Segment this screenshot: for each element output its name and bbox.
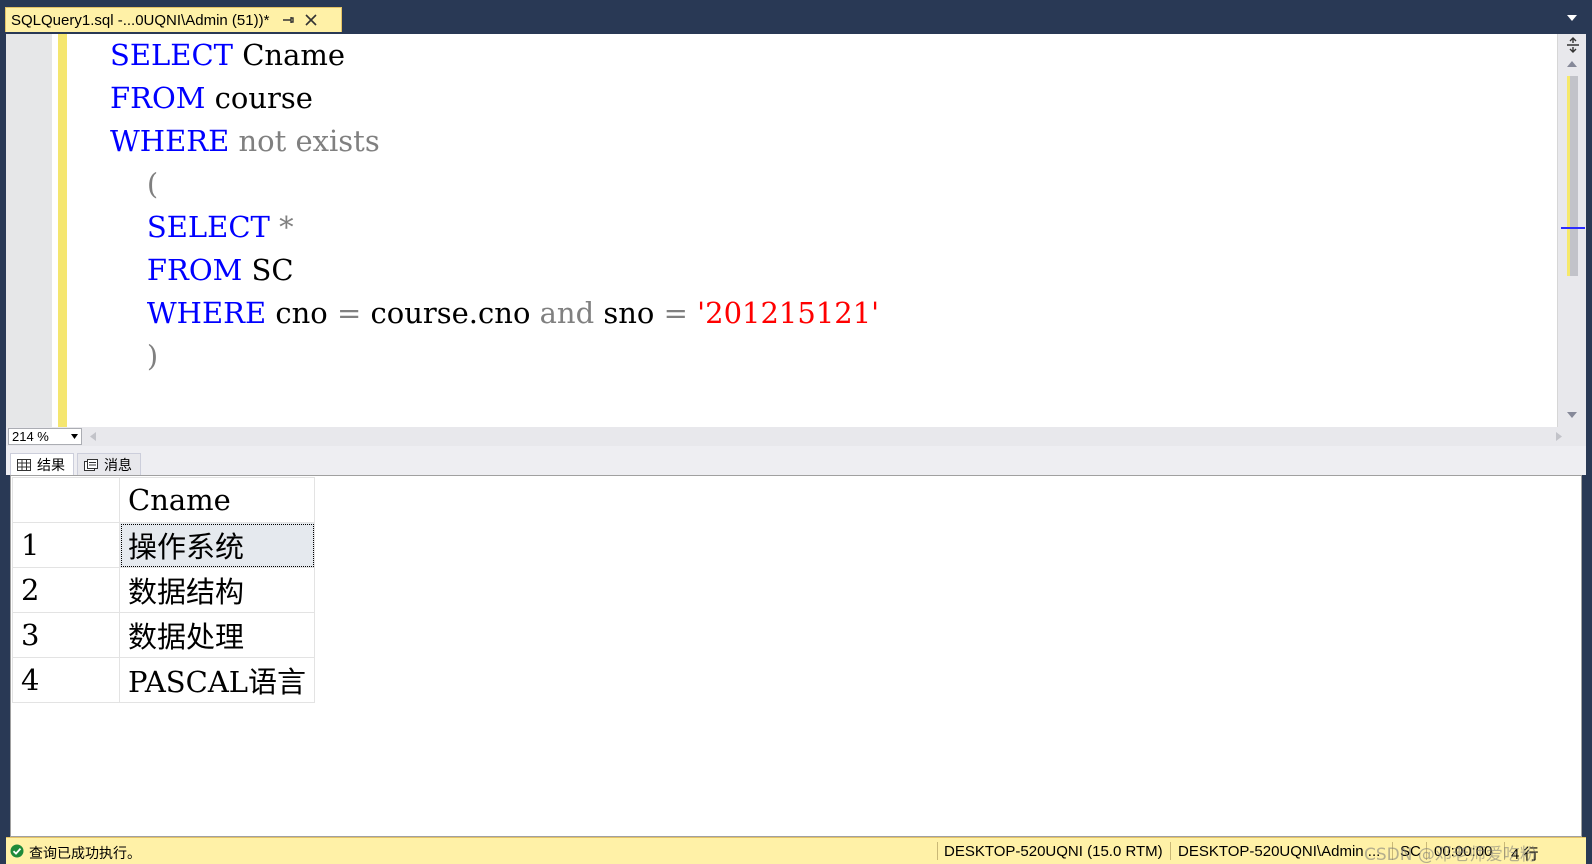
- code-line[interactable]: WHERE cno = course.cno and sno = '201215…: [110, 292, 1530, 335]
- tab-messages[interactable]: 消息: [77, 453, 141, 475]
- zoom-value: 214 %: [12, 429, 49, 444]
- document-tab-title: SQLQuery1.sql -...0UQNI\Admin (51))*: [11, 11, 270, 29]
- sql-operator: (: [110, 167, 159, 201]
- code-area[interactable]: SELECT Cname FROM course WHERE not exists …: [110, 34, 1530, 427]
- sql-keyword: FROM: [146, 253, 243, 287]
- sql-identifier: Cname: [233, 38, 346, 72]
- pin-icon[interactable]: [283, 14, 295, 26]
- status-separator: [1170, 842, 1171, 860]
- sql-identifier: [110, 253, 147, 287]
- table-row[interactable]: 2 数据结构: [12, 567, 315, 613]
- document-tab-strip: SQLQuery1.sql -...0UQNI\Admin (51))*: [0, 0, 1592, 34]
- sql-identifier: sno: [594, 296, 664, 330]
- status-separator: [937, 842, 938, 860]
- zoom-dropdown[interactable]: 214 %: [8, 428, 82, 445]
- status-server: DESKTOP-520UQNI (15.0 RTM): [944, 843, 1163, 860]
- column-header-cname[interactable]: Cname: [119, 477, 315, 523]
- code-line[interactable]: WHERE not exists: [110, 120, 1530, 163]
- scroll-down-icon[interactable]: [1567, 412, 1577, 419]
- cell-cname[interactable]: 操作系统: [119, 522, 315, 568]
- sql-identifier: cno: [266, 296, 337, 330]
- tab-messages-label: 消息: [104, 457, 132, 474]
- row-number[interactable]: 3: [12, 612, 120, 658]
- editor-vertical-scrollbar[interactable]: [1557, 34, 1586, 427]
- sql-keyword: WHERE: [110, 124, 230, 158]
- status-bar: 查询已成功执行。 DESKTOP-520UQNI (15.0 RTM) DESK…: [6, 837, 1586, 864]
- sql-identifier: course: [205, 81, 313, 115]
- row-number[interactable]: 4: [12, 657, 120, 703]
- status-message: 查询已成功执行。: [29, 846, 141, 862]
- code-line[interactable]: SELECT Cname: [110, 34, 1530, 77]
- code-line[interactable]: SELECT *: [110, 206, 1530, 249]
- query-editor[interactable]: SELECT Cname FROM course WHERE not exists …: [6, 34, 1586, 427]
- sql-operator: ): [110, 339, 159, 373]
- sql-identifier: [688, 296, 697, 330]
- cell-cname[interactable]: 数据结构: [119, 567, 315, 613]
- zoom-bar: 214 %: [6, 427, 1586, 446]
- document-tab[interactable]: SQLQuery1.sql -...0UQNI\Admin (51))*: [5, 7, 342, 32]
- sql-identifier: course.cno: [361, 296, 540, 330]
- scroll-right-icon[interactable]: [1556, 432, 1562, 441]
- sql-operator: *: [269, 210, 294, 244]
- selection-margin: [6, 34, 52, 427]
- row-number[interactable]: 2: [12, 567, 120, 613]
- chevron-down-icon: [71, 434, 78, 439]
- tab-results[interactable]: 结果: [10, 453, 74, 475]
- success-icon: [10, 844, 24, 858]
- table-row[interactable]: 1 操作系统: [12, 522, 315, 568]
- row-number-header[interactable]: [12, 477, 120, 523]
- scroll-thumb[interactable]: [1567, 76, 1578, 276]
- close-icon[interactable]: [305, 14, 317, 26]
- ssms-window: SQLQuery1.sql -...0UQNI\Admin (51))* SEL…: [0, 0, 1592, 864]
- grid-header-row: Cname: [12, 477, 315, 523]
- change-tracking-bar: [58, 34, 67, 427]
- sql-keyword: SELECT: [110, 38, 233, 72]
- sql-keyword: WHERE: [146, 296, 267, 330]
- sql-operator: =: [336, 296, 362, 330]
- messages-icon: [84, 458, 98, 471]
- cell-cname[interactable]: 数据处理: [119, 612, 315, 658]
- results-grid-pane[interactable]: Cname 1 操作系统 2 数据结构 3 数据处理 4 PASCAL语言: [10, 475, 1582, 837]
- sql-operator: not exists: [229, 124, 380, 158]
- sql-operator: and: [539, 296, 595, 330]
- code-line[interactable]: (: [110, 163, 1530, 206]
- tab-results-label: 结果: [37, 457, 65, 474]
- scroll-up-icon[interactable]: [1567, 60, 1577, 67]
- cell-cname[interactable]: PASCAL语言: [119, 657, 315, 703]
- sql-keyword: SELECT: [146, 210, 270, 244]
- results-tab-bar: 结果 消息: [6, 446, 1586, 475]
- status-user: DESKTOP-520UQNI\Admin ...: [1178, 843, 1381, 860]
- sql-identifier: SC: [242, 253, 294, 287]
- split-icon[interactable]: [1565, 37, 1581, 53]
- table-row[interactable]: 3 数据处理: [12, 612, 315, 658]
- sql-identifier: [110, 210, 147, 244]
- code-line[interactable]: FROM course: [110, 77, 1530, 120]
- caret-position-marker: [1561, 227, 1585, 229]
- code-line[interactable]: FROM SC: [110, 249, 1530, 292]
- sql-keyword: FROM: [110, 81, 206, 115]
- table-row[interactable]: 4 PASCAL语言: [12, 657, 315, 703]
- results-grid[interactable]: Cname 1 操作系统 2 数据结构 3 数据处理 4 PASCAL语言: [12, 477, 315, 703]
- sql-operator: =: [663, 296, 688, 330]
- scroll-left-icon[interactable]: [90, 432, 96, 441]
- grid-icon: [17, 458, 31, 471]
- row-number[interactable]: 1: [12, 522, 120, 568]
- code-line[interactable]: ): [110, 335, 1530, 378]
- sql-string: '201215121': [697, 296, 880, 330]
- chevron-down-icon[interactable]: [1566, 14, 1578, 22]
- sql-identifier: [110, 296, 147, 330]
- watermark: CSDN @邓老师爱吃粉: [1364, 845, 1537, 864]
